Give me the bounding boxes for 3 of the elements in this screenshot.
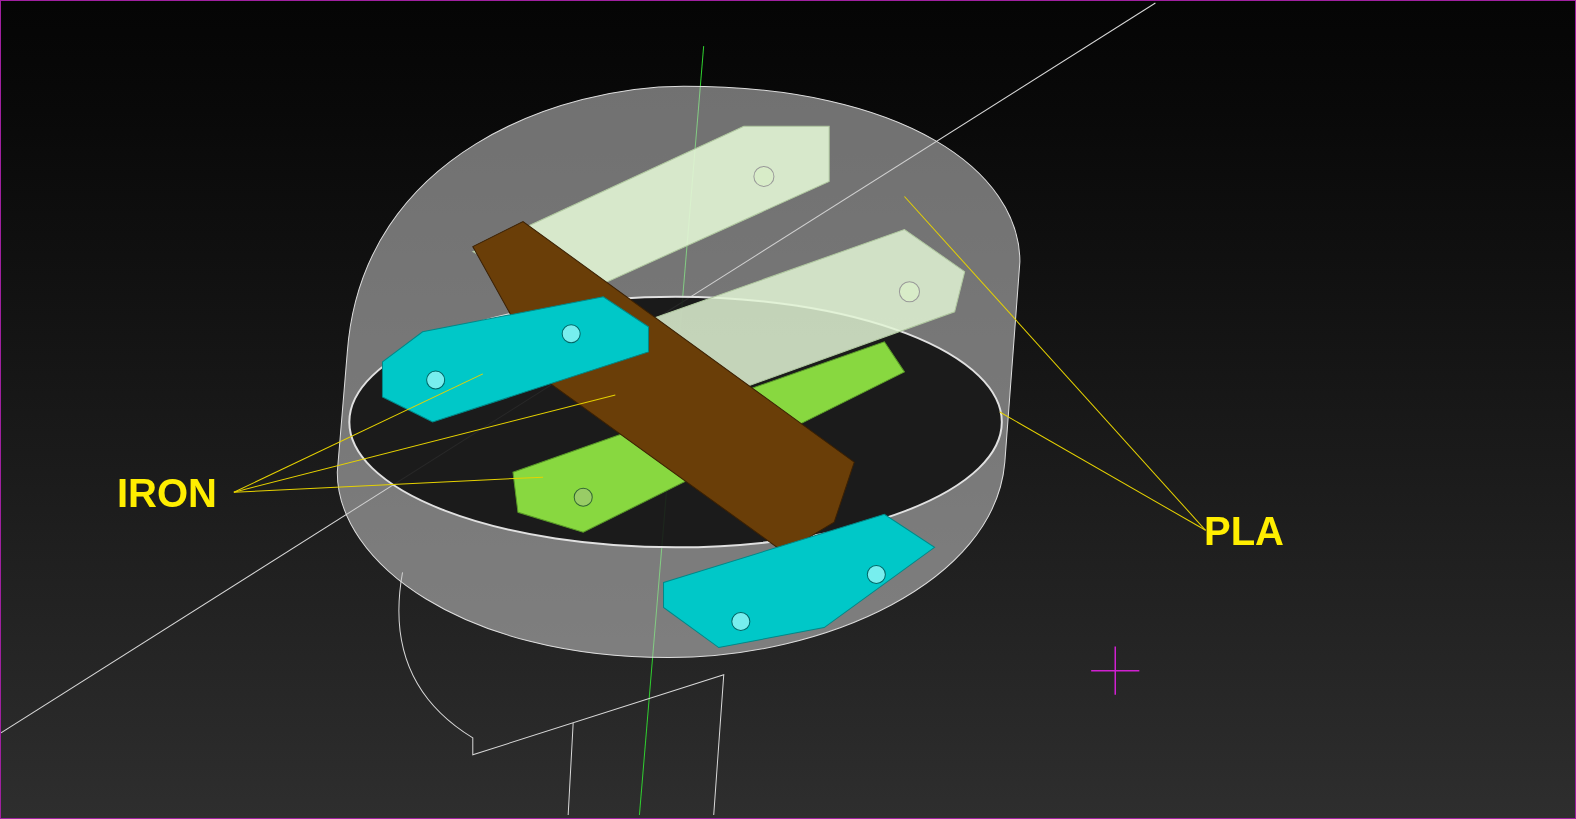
material-label: PLA	[1204, 511, 1284, 551]
crosshair-icon	[1090, 645, 1141, 696]
material-label: IRON	[117, 473, 217, 513]
